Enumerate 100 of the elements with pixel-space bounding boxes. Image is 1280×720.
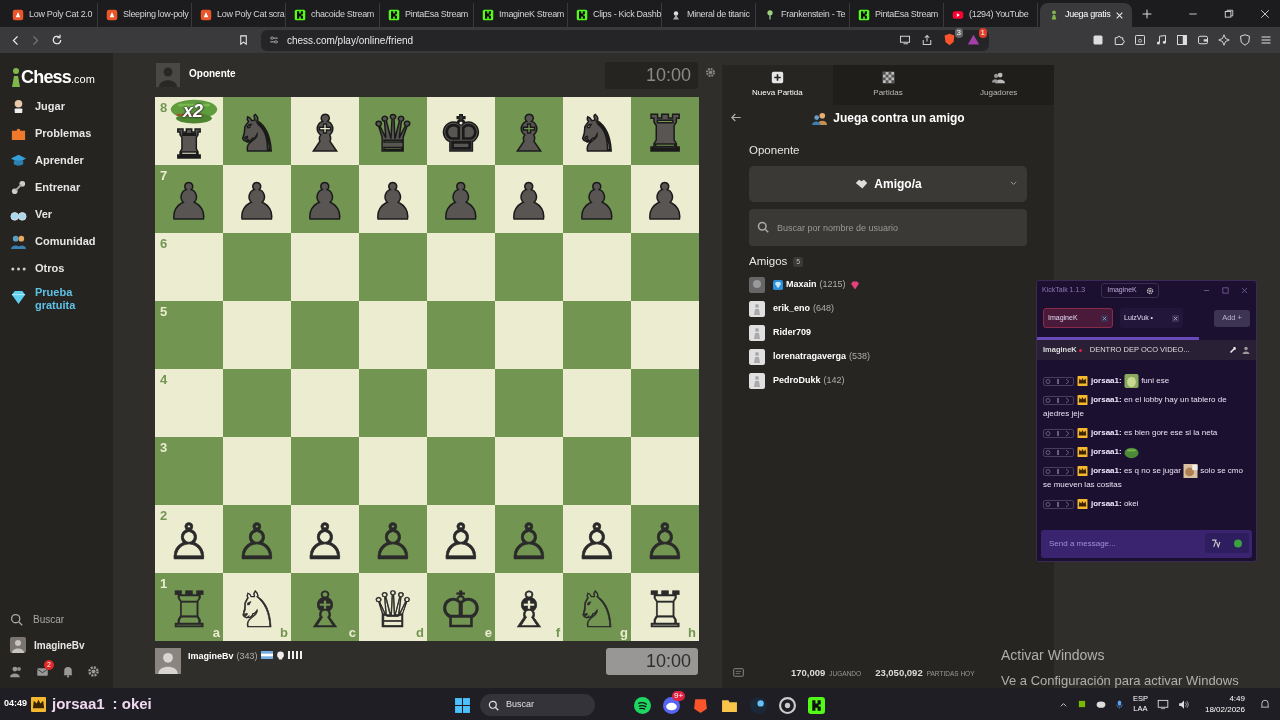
friend-name[interactable]: erik_eno [773,302,811,316]
nav-item[interactable]: Prueba gratuita [10,286,113,316]
chess-piece[interactable]: ♙ [642,517,688,567]
chess-piece[interactable]: ♞ [574,109,620,159]
chess-piece[interactable]: ♖ [166,585,212,635]
board-square[interactable]: ♙ [495,505,563,573]
bookmark-icon[interactable] [238,34,249,46]
start-icon[interactable] [454,696,471,714]
nav-item[interactable]: Problemas [10,124,113,143]
settings-icon[interactable] [705,67,716,78]
board-square[interactable]: ♟ [359,165,427,233]
address-field[interactable]: chess.com/play/online/friend 3 1 [261,29,989,51]
browser-tab[interactable]: Juega gratis [1040,3,1132,27]
board-square[interactable]: ♙ [223,505,291,573]
board-square[interactable]: ♟ [223,165,291,233]
chess-piece[interactable]: ♜ [171,124,207,164]
profile-link[interactable]: ImagineBv [10,637,113,653]
friend-name[interactable]: Rider709 [773,326,812,340]
chess-piece[interactable]: ♙ [166,517,212,567]
notification-icon[interactable] [1260,699,1270,709]
board-square[interactable]: ♙ [359,505,427,573]
app-icon[interactable] [808,696,825,714]
app-icon[interactable] [663,696,680,714]
volume-icon[interactable] [1177,698,1190,710]
back-icon[interactable] [730,112,742,123]
panel-tab[interactable]: Jugadores [943,65,1054,105]
opponent-select[interactable]: Amigo/a [749,166,1027,203]
chess-piece[interactable]: ♕ [370,585,416,635]
search-link[interactable]: Buscar [10,612,113,627]
sidebar-icon[interactable] [1176,34,1188,46]
minimize-icon[interactable] [1203,287,1210,294]
restore-icon[interactable] [1224,9,1234,19]
chess-piece[interactable]: ♙ [438,517,484,567]
chess-piece[interactable]: ♔ [438,585,484,635]
board-square[interactable]: ♟ [495,165,563,233]
tray-icon[interactable] [1095,699,1106,709]
board-square[interactable]: ♙ [427,505,495,573]
nav-item[interactable]: Ver [10,205,113,224]
chat-icon[interactable] [732,667,745,679]
back-icon[interactable] [10,34,21,46]
forward-icon[interactable] [30,34,41,46]
shield-icon[interactable] [1239,34,1251,46]
chess-piece[interactable]: ♟ [642,177,688,227]
panel-tab[interactable]: Partidas [832,65,944,105]
reload-icon[interactable] [51,34,63,46]
board-square[interactable]: ♙ [631,505,699,573]
chess-piece[interactable]: ♝ [302,109,348,159]
chess-piece[interactable]: ♖ [642,585,688,635]
triangle-icon[interactable] [967,33,980,46]
app-icon[interactable] [750,696,767,714]
logo[interactable]: Chess.com [11,63,113,87]
board-square[interactable]: ♚ [427,97,495,165]
emote-picker-icon[interactable] [1211,538,1221,548]
cast-icon[interactable] [899,34,911,46]
tab-search-icon[interactable] [1134,34,1146,46]
menu-icon[interactable] [1260,34,1272,46]
chevron-up-icon[interactable] [1058,700,1068,708]
emote-picker-icon[interactable] [1233,538,1243,548]
nav-item[interactable]: Entrenar [10,178,113,197]
tray-icon[interactable] [1076,699,1087,709]
chess-piece[interactable]: ♘ [574,585,620,635]
chess-piece[interactable]: ♟ [506,177,552,227]
microphone-icon[interactable] [1114,698,1124,710]
chess-piece[interactable]: ♙ [574,517,620,567]
settings-icon[interactable] [87,665,100,678]
chess-piece[interactable]: ♙ [506,517,552,567]
nav-item[interactable]: Comunidad [10,232,113,251]
nav-item[interactable]: Jugar [10,97,113,116]
settings-icon[interactable] [1145,286,1154,295]
board-square[interactable]: ♟ [631,165,699,233]
bell-icon[interactable] [62,665,74,678]
nav-item[interactable]: Otros [10,259,113,278]
chess-piece[interactable]: ♙ [234,517,280,567]
chess-piece[interactable]: ♚ [438,109,484,159]
app-icon[interactable] [779,696,796,714]
friends-icon[interactable] [10,665,23,678]
shield-icon[interactable] [943,33,956,46]
share-icon[interactable] [921,34,933,46]
chess-piece[interactable]: ♘ [234,585,280,635]
chess-piece[interactable]: ♙ [370,517,416,567]
friend-name[interactable]: lorenatragaverga [773,350,847,364]
chess-piece[interactable]: ♟ [234,177,280,227]
chess-piece[interactable]: ♟ [370,177,416,227]
chess-piece[interactable]: ♗ [506,585,552,635]
friend-name[interactable]: PedroDukk [773,374,821,388]
board-square[interactable]: 8 ♜ x2 [155,97,223,165]
wallet-icon[interactable] [1197,34,1209,46]
new-tab-icon[interactable] [1142,9,1152,19]
board-square[interactable]: ♙ [291,505,359,573]
chess-piece[interactable]: ♗ [302,585,348,635]
music-icon[interactable] [1155,34,1167,46]
board-square[interactable]: ♞ [563,97,631,165]
friend-name[interactable]: Maxain [786,278,817,292]
taskbar-clock[interactable]: 4:49 18/02/2026 [1204,693,1245,715]
board-square[interactable]: ♙ [563,505,631,573]
network-icon[interactable] [1156,698,1169,710]
app-icon[interactable] [634,696,651,714]
mail-icon[interactable] [36,665,49,678]
nav-item[interactable]: Aprender [10,151,113,170]
search-field[interactable]: Buscar por nombre de usuario [749,209,1027,247]
